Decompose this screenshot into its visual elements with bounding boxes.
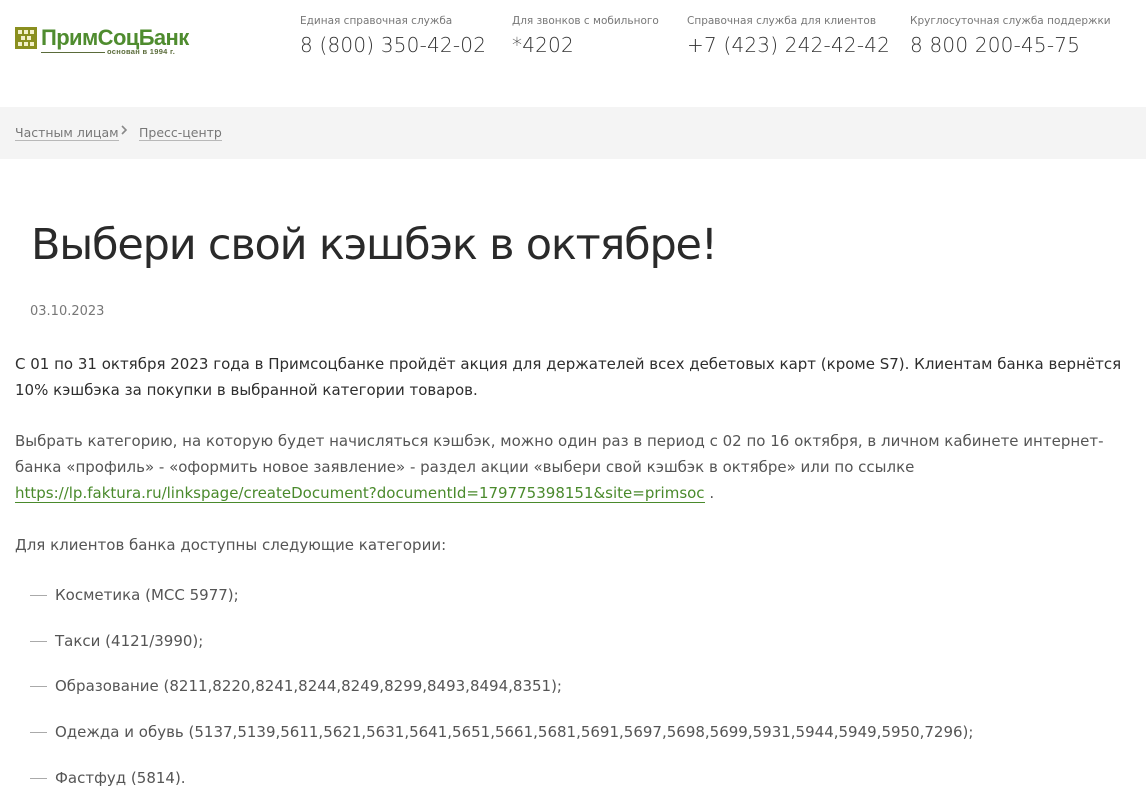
contact-phone[interactable]: 8 (800) 350-42-02	[300, 33, 486, 57]
article-paragraph-3: Для клиентов банка доступны следующие ка…	[15, 536, 447, 554]
logo-underline	[41, 52, 105, 53]
contact-clients: Справочная служба для клиентов +7 (423) …	[687, 14, 890, 57]
dash-bullet-icon	[30, 732, 47, 734]
category-text: Такси (4121/3990);	[55, 631, 204, 650]
list-item: Такси (4121/3990);	[30, 628, 1130, 674]
logo-mark-icon	[15, 27, 37, 49]
article-date: 03.10.2023	[30, 304, 105, 319]
article-paragraph-2: Выбрать категорию, на которую будет начи…	[15, 428, 1125, 506]
bank-logo[interactable]: ПримСоцБанк основан в 1994 г.	[15, 25, 189, 57]
list-item: Одежда и обувь (5137,5139,5611,5621,5631…	[30, 719, 1130, 765]
category-text: Образование (8211,8220,8241,8244,8249,82…	[55, 677, 562, 696]
breadcrumb-item-press[interactable]: Пресс-центр	[139, 125, 222, 141]
list-item: Косметика (MCC 5977);	[30, 582, 1130, 628]
dash-bullet-icon	[30, 777, 47, 779]
contact-phone[interactable]: *4202	[512, 33, 659, 57]
createdocument-link[interactable]: https://lp.faktura.ru/linkspage/createDo…	[15, 484, 705, 503]
contact-mobile: Для звонков с мобильного *4202	[512, 14, 659, 57]
paragraph-text: Выбрать категорию, на которую будет начи…	[15, 432, 1104, 476]
list-item: Образование (8211,8220,8241,8244,8249,82…	[30, 673, 1130, 719]
list-item: Фастфуд (5814).	[30, 765, 1130, 791]
contact-label: Единая справочная служба	[300, 15, 453, 27]
site-header: ПримСоцБанк основан в 1994 г. Единая спр…	[0, 0, 1146, 107]
category-text: Фастфуд (5814).	[55, 768, 186, 787]
contact-label: Для звонков с мобильного	[512, 15, 659, 27]
logo-subtitle: основан в 1994 г.	[107, 47, 176, 56]
contact-label: Справочная служба для клиентов	[687, 15, 877, 27]
categories-list: Косметика (MCC 5977); Такси (4121/3990);…	[30, 582, 1130, 791]
dash-bullet-icon	[30, 640, 47, 642]
breadcrumb: Частным лицам Пресс-центр	[0, 107, 1146, 159]
category-text: Одежда и обувь (5137,5139,5611,5621,5631…	[55, 723, 974, 742]
contact-phone[interactable]: +7 (423) 242-42-42	[687, 33, 890, 57]
category-text: Косметика (MCC 5977);	[55, 586, 239, 604]
chevron-right-icon	[121, 125, 128, 135]
dash-bullet-icon	[30, 686, 47, 688]
contact-unified: Единая справочная служба 8 (800) 350-42-…	[300, 14, 486, 57]
contact-support: Круглосуточная служба поддержки 8 800 20…	[910, 14, 1111, 57]
dash-bullet-icon	[30, 595, 47, 596]
article-paragraph-1: С 01 по 31 октября 2023 года в Примсоцба…	[15, 355, 1122, 399]
page-title: Выбери свой кэшбэк в октябре!	[31, 220, 718, 270]
contact-phone[interactable]: 8 800 200-45-75	[910, 33, 1111, 57]
paragraph-text-end: .	[704, 484, 715, 502]
contact-label: Круглосуточная служба поддержки	[910, 15, 1111, 27]
breadcrumb-item-private[interactable]: Частным лицам	[15, 125, 119, 141]
